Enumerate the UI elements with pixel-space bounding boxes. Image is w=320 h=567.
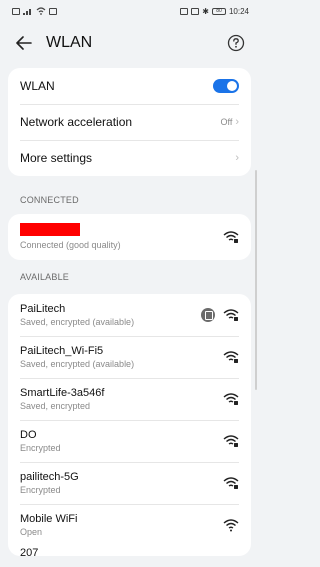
wifi-locked-icon <box>223 477 239 489</box>
network-acceleration-row[interactable]: Network acceleration Off › <box>8 104 251 140</box>
network-text: pailitech-5G Encrypted <box>20 470 223 496</box>
settings-card: WLAN Network acceleration Off › More set… <box>8 68 251 176</box>
scrollbar[interactable] <box>255 170 257 390</box>
wifi-locked-icon <box>223 393 239 405</box>
network-text: PaiLitech_Wi-Fi5 Saved, encrypted (avail… <box>20 344 223 370</box>
message-icon <box>49 7 57 15</box>
network-row[interactable]: DO Encrypted <box>8 420 251 462</box>
network-acceleration-value: Off <box>220 117 233 127</box>
redacted-network-name <box>20 223 80 236</box>
page-title: WLAN <box>46 34 93 51</box>
network-row[interactable]: PaiLitech Saved, encrypted (available) <box>8 294 251 336</box>
vibrate-icon <box>191 7 200 15</box>
chevron-right-icon: › <box>235 152 239 164</box>
network-row-partial[interactable]: 207 <box>8 546 251 556</box>
network-status: Encrypted <box>20 485 61 495</box>
wlan-toggle-row[interactable]: WLAN <box>8 68 251 104</box>
signal-icon <box>23 9 31 15</box>
network-row[interactable]: pailitech-5G Encrypted <box>8 462 251 504</box>
bluetooth-icon: ✱ <box>202 6 209 16</box>
nfc-icon <box>180 7 189 15</box>
network-name: 207 <box>20 547 39 556</box>
wifi-icon <box>36 7 46 15</box>
network-text: SmartLife-3a546f Saved, encrypted <box>20 386 223 412</box>
battery-icon: 80 <box>211 7 226 15</box>
network-name: DO <box>20 429 37 441</box>
network-name: Mobile WiFi <box>20 513 78 525</box>
connected-network-text: Connected (good quality) <box>20 223 223 251</box>
network-status: Saved, encrypted <box>20 401 91 411</box>
connected-card: Connected (good quality) <box>8 214 251 260</box>
connected-section-header: CONNECTED <box>20 195 79 205</box>
network-name: pailitech-5G <box>20 471 79 483</box>
help-icon[interactable] <box>227 34 245 52</box>
connected-status: Connected (good quality) <box>20 240 121 250</box>
more-settings-row[interactable]: More settings › <box>8 140 251 176</box>
network-text: Mobile WiFi Open <box>20 512 223 538</box>
wlan-toggle[interactable] <box>213 79 239 93</box>
notification-icon <box>12 7 20 15</box>
network-row[interactable]: Mobile WiFi Open <box>8 504 251 546</box>
network-row[interactable]: PaiLitech_Wi-Fi5 Saved, encrypted (avail… <box>8 336 251 378</box>
clock: 10:24 <box>228 6 249 16</box>
wifi-locked-icon <box>223 351 239 363</box>
network-text: PaiLitech Saved, encrypted (available) <box>20 302 201 328</box>
status-left-icons <box>12 7 57 15</box>
more-settings-label: More settings <box>20 151 93 165</box>
network-name: PaiLitech_Wi-Fi5 <box>20 345 104 357</box>
status-bar: ✱ 80 10:24 <box>0 0 259 22</box>
network-text: DO Encrypted <box>20 428 223 454</box>
network-status: Encrypted <box>20 443 61 453</box>
wifi-locked-icon <box>223 231 239 243</box>
connected-network-row[interactable]: Connected (good quality) <box>8 214 251 260</box>
network-acceleration-label: Network acceleration <box>20 115 133 129</box>
hotspot-device-icon[interactable] <box>201 308 215 322</box>
status-right-icons: ✱ 80 10:24 <box>180 7 249 16</box>
network-name: PaiLitech <box>20 303 66 315</box>
back-arrow-icon[interactable] <box>16 34 34 52</box>
network-row[interactable]: SmartLife-3a546f Saved, encrypted <box>8 378 251 420</box>
available-card: PaiLitech Saved, encrypted (available) P… <box>8 294 251 556</box>
title-bar: WLAN <box>0 22 259 64</box>
wifi-locked-icon <box>223 309 239 321</box>
network-status: Saved, encrypted (available) <box>20 359 135 369</box>
wifi-locked-icon <box>223 435 239 447</box>
available-section-header: AVAILABLE <box>20 272 69 282</box>
network-name: SmartLife-3a546f <box>20 387 105 399</box>
chevron-right-icon: › <box>235 116 239 128</box>
wifi-open-icon <box>223 519 239 532</box>
network-status: Saved, encrypted (available) <box>20 317 135 327</box>
wlan-label: WLAN <box>20 79 55 93</box>
network-status: Open <box>20 527 43 537</box>
